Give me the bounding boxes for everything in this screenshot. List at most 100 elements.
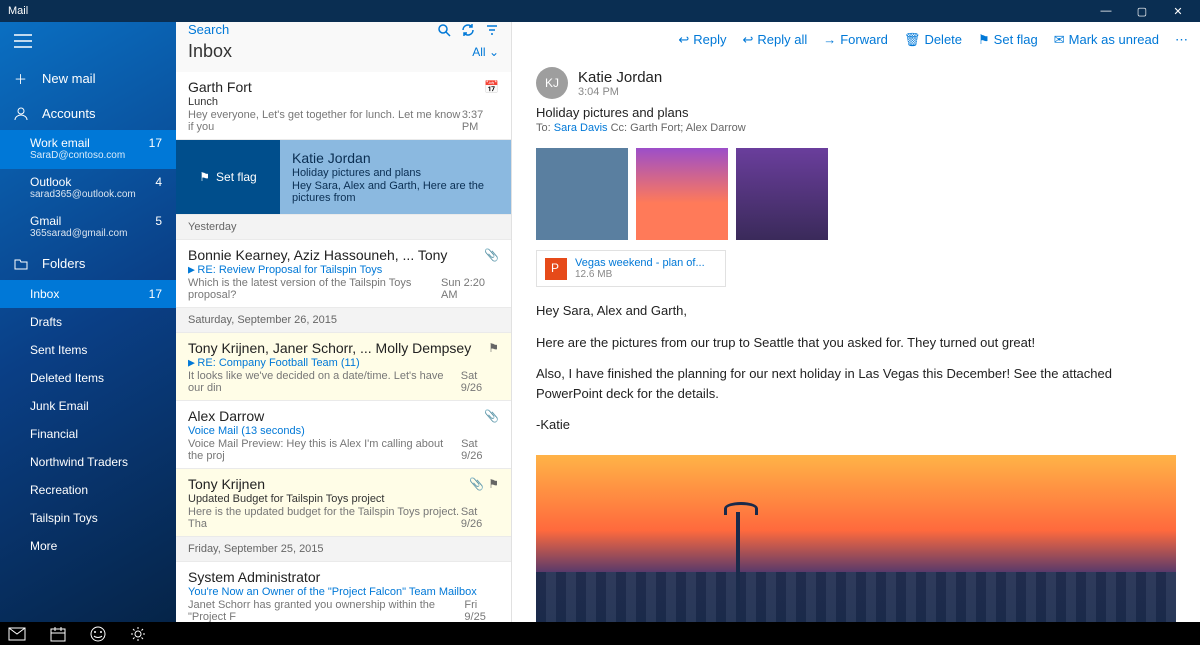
folders-header[interactable]: Folders (0, 247, 176, 280)
account-0[interactable]: Work emailSaraD@contoso.com17 (0, 130, 176, 169)
message-item[interactable]: 📎⚑Tony KrijnenUpdated Budget for Tailspi… (176, 469, 511, 537)
sync-icon[interactable] (461, 23, 475, 37)
folder-financial[interactable]: Financial (0, 420, 176, 448)
folder-drafts[interactable]: Drafts (0, 308, 176, 336)
accounts-header[interactable]: Accounts (0, 97, 176, 130)
recipient-to[interactable]: Sara Davis (554, 122, 608, 134)
attachment-icon: 📎 (484, 248, 499, 262)
accounts-label: Accounts (42, 106, 95, 121)
folders-label: Folders (42, 256, 85, 271)
recipient-cc: Garth Fort; Alex Darrow (630, 122, 746, 134)
reply-all-button[interactable]: ↩Reply all (742, 32, 807, 48)
filter-all-button[interactable]: All ⌄ (472, 45, 499, 59)
account-2[interactable]: Gmail365sarad@gmail.com5 (0, 208, 176, 247)
forward-icon: → (823, 32, 836, 47)
folder-inbox[interactable]: Inbox17 (0, 280, 176, 308)
image-attachment-2[interactable] (636, 148, 728, 240)
search-input[interactable] (188, 22, 427, 37)
more-actions-button[interactable]: ⋯ (1175, 32, 1188, 48)
plus-icon: ＋ (14, 69, 32, 88)
folder-more[interactable]: More (0, 532, 176, 560)
message-actions-toolbar: ↩Reply ↩Reply all →Forward 🗑Delete ⚑Set … (512, 22, 1200, 57)
attachment-icon: 📎 (469, 477, 484, 491)
window-title: Mail (8, 5, 28, 17)
message-body: Hey Sara, Alex and Garth, Here are the p… (512, 287, 1200, 455)
flag-icon: ⚑ (488, 477, 499, 491)
image-attachment-3[interactable] (736, 148, 828, 240)
chevron-down-icon: ⌄ (489, 45, 499, 59)
swipe-flag-panel[interactable]: ⚑Set flag (176, 140, 280, 214)
trash-icon: 🗑 (904, 32, 921, 48)
maximize-button[interactable]: ▢ (1124, 5, 1160, 18)
bottom-bar (0, 622, 1200, 645)
message-time: 3:04 PM (578, 86, 662, 98)
settings-button[interactable] (130, 626, 146, 642)
group-header: Saturday, September 26, 2015 (176, 308, 511, 333)
mail-nav-button[interactable] (8, 627, 26, 641)
body-para-4: -Katie (536, 415, 1176, 435)
new-mail-label: New mail (42, 71, 95, 86)
folder-icon (14, 258, 32, 270)
file-size: 12.6 MB (575, 269, 705, 280)
feedback-button[interactable] (90, 626, 106, 642)
powerpoint-icon (545, 258, 567, 280)
image-attachments (512, 138, 1200, 250)
close-button[interactable]: ✕ (1160, 5, 1196, 18)
body-para-1: Hey Sara, Alex and Garth, (536, 301, 1176, 321)
set-flag-button[interactable]: ⚑Set flag (978, 32, 1038, 48)
folder-deleted-items[interactable]: Deleted Items (0, 364, 176, 392)
person-icon (14, 107, 32, 121)
forward-button[interactable]: →Forward (823, 32, 888, 47)
minimize-button[interactable]: — (1088, 5, 1124, 17)
mark-unread-button[interactable]: ✉Mark as unread (1054, 32, 1159, 48)
filter-icon[interactable] (485, 23, 499, 37)
flag-icon: ⚑ (978, 32, 990, 48)
message-item[interactable]: 📅Garth FortLunchHey everyone, Let's get … (176, 72, 511, 140)
file-attachment[interactable]: Vegas weekend - plan of... 12.6 MB (536, 250, 726, 287)
folder-northwind-traders[interactable]: Northwind Traders (0, 448, 176, 476)
file-name: Vegas weekend - plan of... (575, 257, 705, 269)
hamburger-icon (14, 34, 32, 48)
body-para-2: Here are the pictures from our trup to S… (536, 333, 1176, 353)
attachment-icon: 📎 (484, 409, 499, 423)
message-item[interactable]: 📎Alex DarrowVoice Mail (13 seconds)Voice… (176, 401, 511, 469)
window-titlebar: Mail — ▢ ✕ (0, 0, 1200, 22)
message-list-pane: Inbox All ⌄ 📅Garth FortLunchHey everyone… (176, 22, 512, 622)
group-header: Friday, September 25, 2015 (176, 537, 511, 562)
message-item[interactable]: 📎Bonnie Kearney, Aziz Hassouneh, ... Ton… (176, 240, 511, 308)
folder-sent-items[interactable]: Sent Items (0, 336, 176, 364)
message-subject: Holiday pictures and plans (536, 105, 1176, 120)
image-attachment-1[interactable] (536, 148, 628, 240)
reply-button[interactable]: ↩Reply (678, 32, 726, 48)
reply-icon: ↩ (678, 32, 689, 48)
search-bar (176, 22, 511, 37)
calendar-nav-button[interactable] (50, 626, 66, 642)
message-item-selected[interactable]: ⚑Set flagKatie JordanHoliday pictures an… (176, 140, 511, 215)
message-item[interactable]: System AdministratorYou're Now an Owner … (176, 562, 511, 622)
folder-recreation[interactable]: Recreation (0, 476, 176, 504)
folder-tailspin-toys[interactable]: Tailspin Toys (0, 504, 176, 532)
message-item[interactable]: ⚑Tony Krijnen, Janer Schorr, ... Molly D… (176, 333, 511, 401)
search-icon[interactable] (437, 23, 451, 37)
sidebar: ＋ New mail Accounts Work emailSaraD@cont… (0, 22, 176, 622)
reply-all-icon: ↩ (742, 32, 753, 48)
menu-button[interactable] (0, 22, 176, 60)
list-title: Inbox (188, 41, 232, 62)
sender-name: Katie Jordan (578, 69, 662, 86)
list-header: Inbox All ⌄ (176, 37, 511, 72)
inline-image (536, 455, 1176, 622)
flag-icon: ⚑ (488, 341, 499, 355)
new-mail-button[interactable]: ＋ New mail (0, 60, 176, 97)
reading-pane: ↩Reply ↩Reply all →Forward 🗑Delete ⚑Set … (512, 22, 1200, 622)
ellipsis-icon: ⋯ (1175, 32, 1188, 48)
folder-junk-email[interactable]: Junk Email (0, 392, 176, 420)
body-para-3: Also, I have finished the planning for o… (536, 364, 1176, 403)
delete-button[interactable]: 🗑Delete (904, 32, 962, 48)
message-header: KJ Katie Jordan 3:04 PM Holiday pictures… (512, 57, 1200, 138)
group-header: Yesterday (176, 215, 511, 240)
flag-icon: ⚑ (199, 170, 210, 184)
message-recipients: To: Sara Davis Cc: Garth Fort; Alex Darr… (536, 122, 1176, 134)
account-1[interactable]: Outlooksarad365@outlook.com4 (0, 169, 176, 208)
sender-avatar: KJ (536, 67, 568, 99)
envelope-icon: ✉ (1054, 32, 1065, 48)
